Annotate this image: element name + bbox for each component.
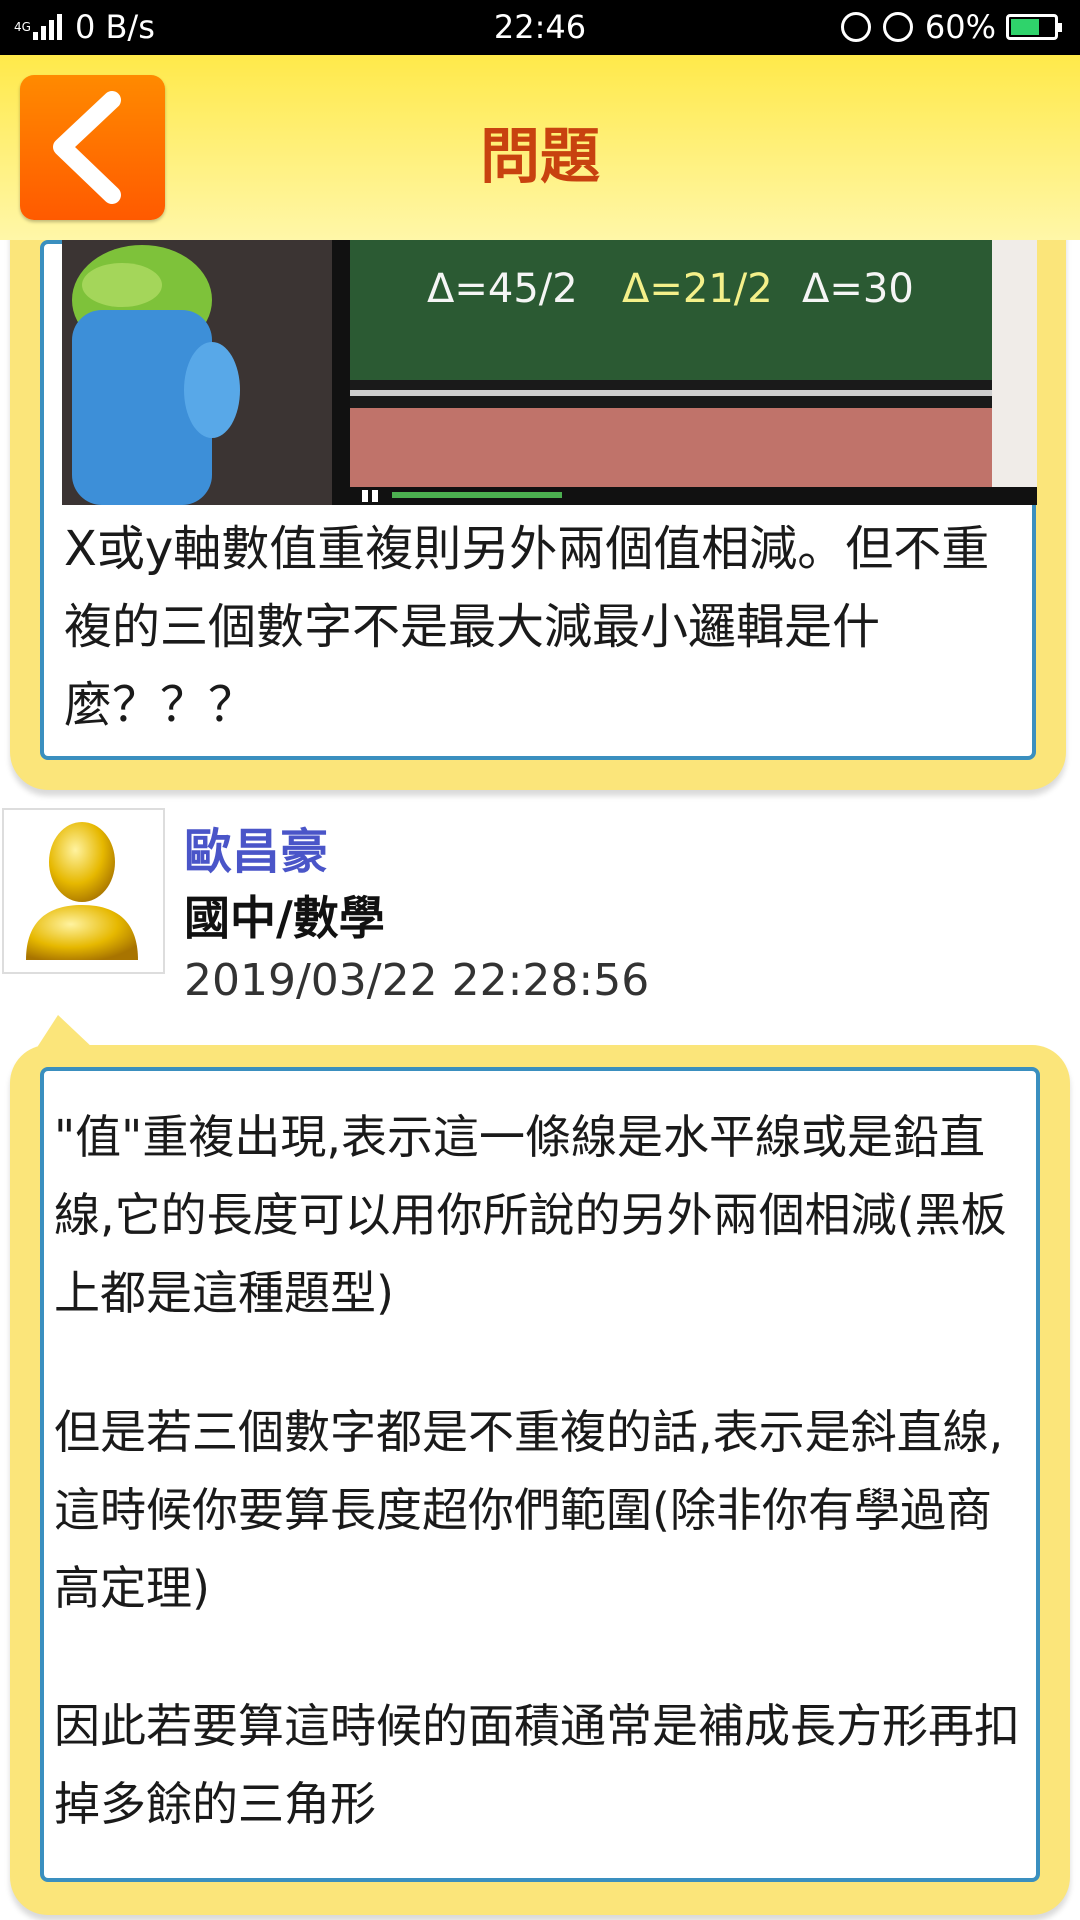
formula-2: Δ=21/2 <box>622 266 773 312</box>
alarm-icon <box>882 12 913 42</box>
speech-tail <box>36 1015 94 1049</box>
battery-percent: 60% <box>924 8 996 46</box>
rotation-lock-icon <box>840 12 871 42</box>
formula-3: Δ=30 <box>802 266 914 312</box>
status-bar: 4G 0 B/s 22:46 60% <box>0 0 1080 55</box>
avatar[interactable] <box>2 808 165 974</box>
app-header: 問題 <box>0 55 1080 240</box>
answer-paragraph: 因此若要算這時候的面積通常是補成長方形再扣掉多餘的三角形 <box>54 1699 1020 1831</box>
battery-icon <box>1006 14 1062 40</box>
page-title: 問題 <box>480 122 600 192</box>
answer-timestamp: 2019/03/22 22:28:56 <box>184 955 650 1006</box>
question-photo[interactable]: Δ=45/2 Δ=21/2 Δ=30 <box>62 240 1037 505</box>
author-name[interactable]: 歐昌豪 <box>184 812 328 882</box>
status-right: 60% <box>840 8 1062 46</box>
user-silhouette-icon <box>26 822 138 960</box>
answer-paragraph: 但是若三個數字都是不重複的話,表示是斜直線,這時候你要算長度超你們範圍(除非你有… <box>54 1405 1004 1615</box>
author-subject: 國中/數學 <box>184 891 385 945</box>
question-text: X或y軸數值重複則另外兩個值相減。但不重複的三個數字不是最大減最小邏輯是什麼？？… <box>64 521 990 733</box>
answer-paragraph: "值"重複出現,表示這一條線是水平線或是鉛直線,它的長度可以用你所說的另外兩個相… <box>54 1110 1007 1320</box>
formula-1: Δ=45/2 <box>427 266 578 312</box>
